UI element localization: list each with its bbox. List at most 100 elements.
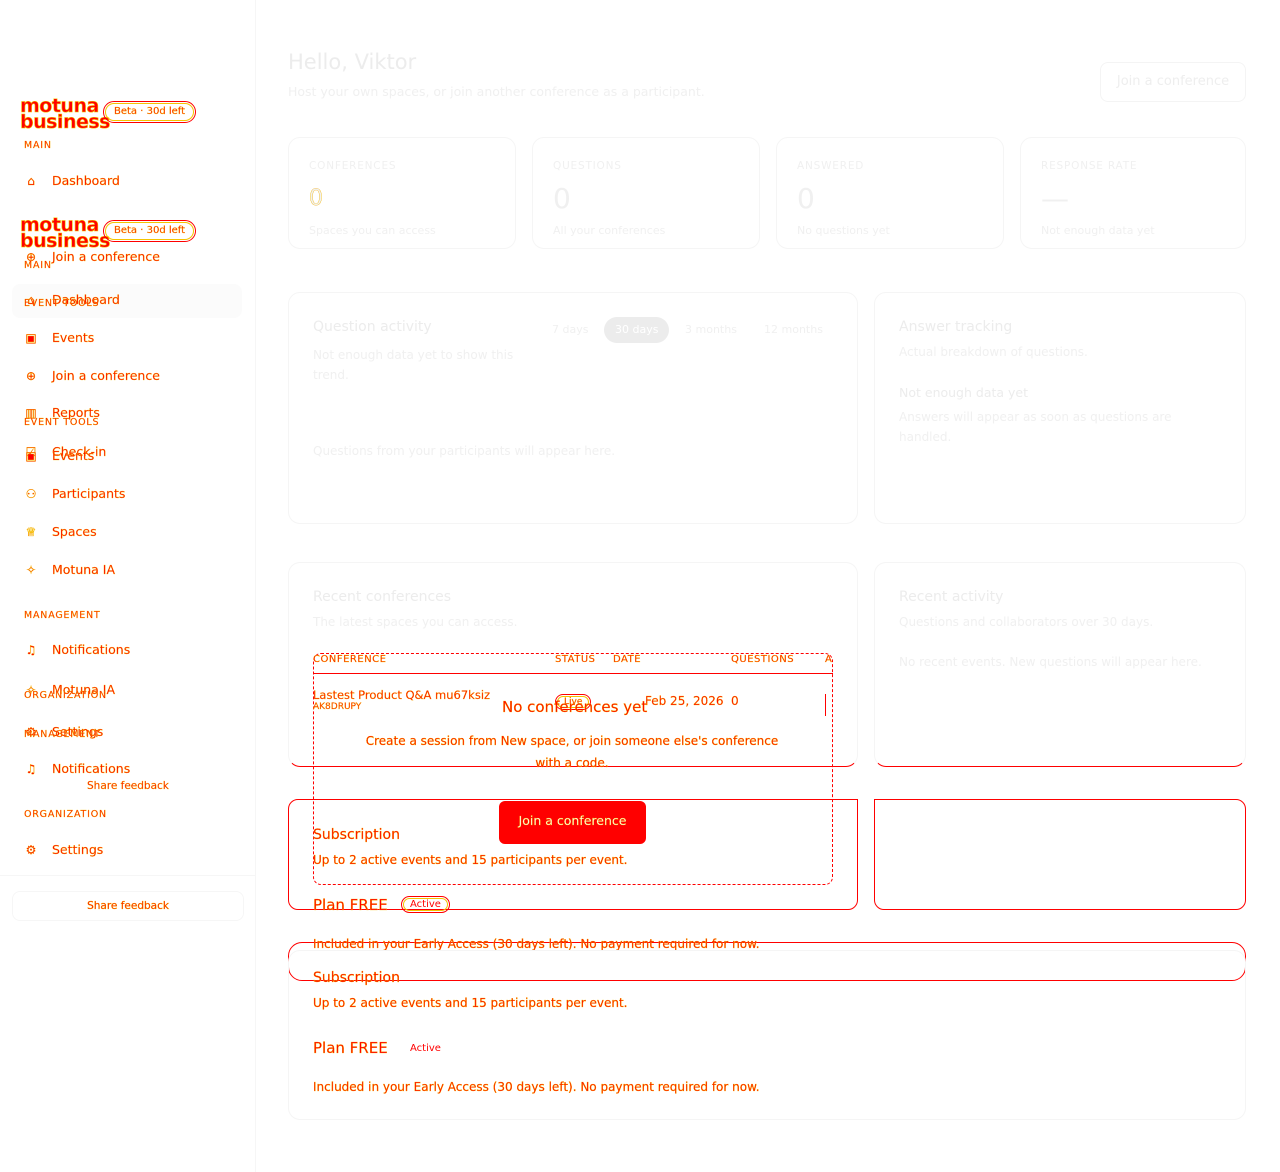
logo-line2: business — [20, 230, 111, 252]
table-header-row: CONFERENCE STATUS DATE QUESTIONS A — [313, 654, 833, 674]
feedback-button[interactable]: Share feedback — [12, 891, 244, 921]
stat-card-answered: ANSWERED 0 No questions yet — [776, 137, 1004, 249]
question-activity-card: Question activity Not enough data yet to… — [288, 292, 858, 524]
empty-text: Answers will appear as soon as questions… — [899, 410, 1172, 444]
sidebar-item-label: Join a conference — [52, 249, 160, 264]
stat-label: QUESTIONS — [553, 160, 622, 172]
gear-icon: ⚙ — [25, 842, 37, 857]
sidebar-item-join-2[interactable]: ⊕ Join a conference — [24, 368, 160, 383]
sidebar-item-participants[interactable]: ⚇ Participants — [24, 486, 125, 501]
questions-cell: 0 — [731, 694, 739, 708]
sidebar-item-events[interactable]: ▣ Events — [24, 330, 94, 345]
card-title: Question activity — [313, 319, 432, 335]
plan-name-2: Plan FREE — [313, 1039, 388, 1057]
logo-line2: business — [20, 111, 111, 133]
stat-card-response-rate: RESPONSE RATE — Not enough data yet — [1020, 137, 1246, 249]
stat-label: RESPONSE RATE — [1041, 160, 1138, 172]
header-join-label: Join a conference — [1116, 74, 1230, 89]
sidebar-item-label: Motuna IA — [52, 562, 116, 577]
subscription-card — [288, 950, 1246, 1120]
card-subtitle: Actual breakdown of questions. — [899, 345, 1088, 359]
stat-value: 0 — [553, 182, 571, 215]
sidebar-item-label: Events — [52, 448, 95, 463]
users-icon: ⚇ — [25, 486, 37, 501]
section-label-management: MANAGEMENT — [24, 610, 101, 621]
stat-sub: Spaces you can access — [309, 224, 436, 237]
overlay-box-right — [874, 799, 1246, 910]
header-join-button[interactable]: Join a conference — [1100, 62, 1246, 102]
stat-label: ANSWERED — [797, 160, 865, 172]
sidebar-item-notifications-2[interactable]: ♫ Notifications — [24, 761, 130, 776]
range-7-days[interactable]: 7 days — [541, 317, 599, 343]
sidebar: motuna business Beta · 30d left MAIN ⌂ D… — [0, 0, 256, 1172]
bell-icon: ♫ — [25, 642, 37, 657]
stat-label: CONFERENCES — [309, 160, 397, 172]
range-30-days[interactable]: 30 days — [604, 317, 670, 343]
sidebar-item-label: Events — [52, 330, 95, 345]
col-questions: QUESTIONS — [731, 654, 825, 674]
page-title: Hello, Viktor — [288, 50, 417, 74]
answer-tracking-card: Answer tracking Actual breakdown of ques… — [874, 292, 1246, 524]
sidebar-item-events-2[interactable]: ▣ Events — [24, 448, 94, 463]
section-label-main-2: MAIN — [24, 260, 52, 271]
section-label-management-2: MANAGEMENT — [24, 729, 101, 740]
row-action[interactable] — [825, 694, 831, 716]
plan-name: Plan FREE — [313, 896, 388, 914]
range-12-months[interactable]: 12 months — [753, 317, 834, 343]
beta-badge-duplicate: Beta · 30d left — [103, 220, 197, 242]
empty-title: Not enough data yet — [899, 385, 1029, 400]
card-subtitle: The latest spaces you can access. — [313, 615, 518, 629]
plan-status-badge: Active — [401, 896, 450, 913]
sidebar-item-settings-2[interactable]: ⚙ Settings — [24, 842, 103, 857]
recent-activity-card: Recent activity Questions and collaborat… — [874, 562, 1246, 767]
stat-card-questions: QUESTIONS 0 All your conferences — [532, 137, 760, 249]
section-label-organization-2: ORGANIZATION — [24, 809, 107, 820]
feedback-button-label: Share feedback — [87, 900, 169, 912]
col-date: DATE — [613, 654, 731, 674]
stat-sub: No questions yet — [797, 224, 890, 237]
logo[interactable]: motuna business — [20, 96, 111, 133]
stat-value: 0 — [797, 182, 815, 215]
sparkle-icon: ✧ — [25, 562, 37, 577]
sidebar-item-spaces[interactable]: ♕ Spaces — [24, 524, 96, 539]
feedback-label: Share feedback — [87, 780, 169, 792]
beta-badge: Beta · 30d left — [103, 101, 197, 123]
spaces-icon: ♕ — [25, 524, 37, 539]
section-label-main: MAIN — [24, 140, 52, 151]
sidebar-item-dashboard[interactable]: ⌂ Dashboard — [24, 173, 120, 188]
stat-sub: Not enough data yet — [1041, 224, 1155, 237]
actions-cell — [825, 674, 833, 720]
sidebar-footer-divider — [0, 875, 256, 876]
subscription-title: Subscription — [313, 827, 400, 843]
home-icon: ⌂ — [27, 173, 35, 188]
plan-note-2: Included in your Early Access (30 days l… — [313, 1080, 760, 1094]
range-3-months[interactable]: 3 months — [674, 317, 748, 343]
section-label-organization: ORGANIZATION — [24, 690, 107, 701]
plan-note: Included in your Early Access (30 days l… — [313, 937, 760, 951]
plan-status-badge-2: Active — [410, 1043, 441, 1054]
stat-value: — — [1041, 182, 1069, 215]
logo-duplicate: motuna business — [20, 215, 111, 252]
sidebar-item-label: Participants — [52, 486, 126, 501]
chart-empty-text: Questions from your participants will ap… — [313, 444, 616, 458]
sidebar-item-motuna-ia[interactable]: ✧ Motuna IA — [24, 562, 115, 577]
col-a: A — [825, 654, 833, 674]
sidebar-item-label: Dashboard — [52, 173, 120, 188]
stat-value: 0 — [309, 186, 323, 211]
card-subtitle: Not enough data yet to show this trend. — [313, 348, 514, 382]
subscription-title-2: Subscription — [313, 970, 400, 986]
subscription-subtitle: Up to 2 active events and 15 participant… — [313, 853, 628, 867]
stat-sub: All your conferences — [553, 224, 666, 237]
card-subtitle: Questions and collaborators over 30 days… — [899, 615, 1154, 629]
empty-text: No recent events. New questions will app… — [899, 655, 1202, 669]
card-title: Answer tracking — [899, 319, 1013, 335]
stat-card-conferences: CONFERENCES 0 Spaces you can access — [288, 137, 516, 249]
card-title: Recent conferences — [313, 589, 452, 605]
section-label-event-tools-2: EVENT TOOLS — [24, 417, 100, 428]
col-status: STATUS — [555, 654, 613, 674]
card-title: Recent activity — [899, 589, 1004, 605]
sidebar-item-label: Settings — [52, 842, 104, 857]
subscription-subtitle-2: Up to 2 active events and 15 participant… — [313, 996, 628, 1010]
feedback-link[interactable]: Share feedback — [87, 780, 169, 792]
sidebar-item-notifications[interactable]: ♫ Notifications — [24, 642, 130, 657]
